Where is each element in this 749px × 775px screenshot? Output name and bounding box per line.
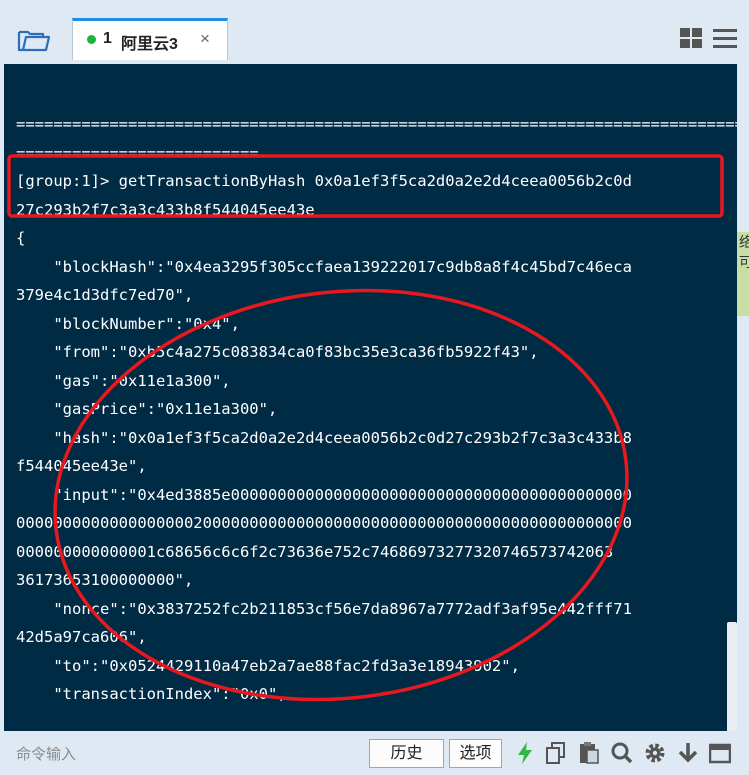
- tab-number: 1: [103, 30, 112, 47]
- terminal-line: "blockHash":"0x4ea3295f305ccfaea13922201…: [16, 257, 632, 276]
- gear-icon[interactable]: [644, 741, 666, 765]
- menu-icon[interactable]: [713, 28, 737, 48]
- bottom-bar: 历史 选项: [0, 731, 749, 775]
- side-strip-char: 可: [739, 254, 749, 270]
- history-button[interactable]: 历史: [369, 739, 444, 768]
- window-icon[interactable]: [709, 741, 731, 765]
- side-strip-char: 络: [739, 234, 749, 250]
- close-icon[interactable]: ×: [200, 29, 210, 49]
- terminal-line: ========================================…: [16, 115, 737, 133]
- lightning-icon[interactable]: [514, 741, 536, 765]
- terminal-line: 000000000000001c68656c6c6f2c73636e752c74…: [16, 542, 614, 561]
- grid-view-icon[interactable]: [680, 28, 702, 48]
- terminal-line: 0000000000000000000200000000000000000000…: [16, 514, 632, 532]
- copy-icon[interactable]: [545, 741, 567, 765]
- terminal-line: f544045ee43e",: [16, 457, 147, 475]
- download-arrow-icon[interactable]: [677, 741, 699, 765]
- terminal-line: 379e4c1d3dfc7ed70",: [16, 286, 194, 304]
- options-button[interactable]: 选项: [449, 739, 502, 768]
- search-icon[interactable]: [611, 741, 633, 765]
- terminal-line: "input":"0x4ed3885e000000000000000000000…: [16, 485, 632, 504]
- terminal-line: ==========================: [16, 143, 259, 162]
- vertical-scrollbar[interactable]: [727, 622, 737, 731]
- paste-icon[interactable]: [578, 741, 600, 765]
- terminal-line: "hash":"0x0a1ef3f5ca2d0a2e2d4ceea0056b2c…: [16, 428, 632, 447]
- terminal-line: "gas":"0x11e1a300",: [16, 371, 231, 390]
- terminal-line: "from":"0xb5c4a275c083834ca0f83bc35e3ca3…: [16, 343, 539, 361]
- side-panel-edge: 络 可: [737, 232, 749, 316]
- terminal-line: {: [16, 229, 26, 247]
- terminal-output[interactable]: ========================================…: [4, 64, 737, 731]
- connection-status-dot: [87, 35, 96, 44]
- terminal-line: [group:1]> getTransactionByHash 0x0a1ef3…: [16, 172, 632, 190]
- terminal-line: "nonce":"0x3837252fc2b211853cf56e7da8967…: [16, 599, 632, 618]
- tab-bar: 1 阿里云3 ×: [0, 0, 749, 60]
- folder-icon[interactable]: [16, 26, 52, 54]
- terminal-line: 36173653100000000",: [16, 571, 194, 589]
- tab-title: 阿里云3: [121, 36, 178, 53]
- terminal-line: 42d5a97ca606",: [16, 628, 147, 646]
- terminal-line: "to":"0x0524429110a47eb2a7ae88fac2fd3a3e…: [16, 656, 520, 675]
- terminal-line: 27c293b2f7c3a3c433b8f544045ee43e: [16, 200, 315, 219]
- terminal-line: "transactionIndex":"0x0",: [16, 685, 287, 703]
- terminal-line: "blockNumber":"0x4",: [16, 314, 240, 333]
- command-input[interactable]: [8, 740, 376, 768]
- terminal-line: "gasPrice":"0x11e1a300",: [16, 400, 278, 418]
- tab-aliyun3[interactable]: 1 阿里云3 ×: [72, 18, 228, 60]
- terminal-lines: ========================================…: [16, 110, 737, 709]
